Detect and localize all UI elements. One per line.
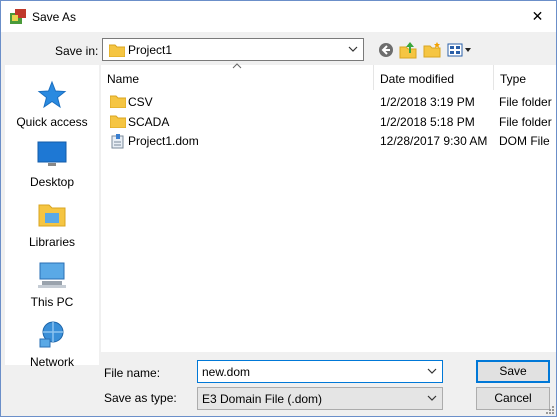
chevron-down-icon[interactable] [427, 367, 437, 375]
file-name: CSV [128, 95, 153, 109]
folder-icon [109, 44, 125, 57]
file-name-value: new.dom [202, 365, 251, 379]
place-label: Network [29, 355, 74, 369]
up-folder-button[interactable] [397, 39, 419, 61]
chevron-down-icon [427, 395, 437, 401]
title-bar: Save As ✕ [1, 1, 556, 32]
places-bar: Quick access Desktop Libraries This PC N… [5, 65, 99, 369]
file-name: Project1.dom [128, 134, 199, 148]
back-button[interactable] [375, 39, 397, 61]
new-folder-icon [423, 42, 441, 58]
view-menu-icon [447, 43, 471, 57]
file-type: File folder [499, 95, 552, 109]
window-title: Save As [32, 10, 77, 24]
save-as-type-label: Save as type: [104, 391, 177, 405]
file-name-label: File name: [104, 366, 161, 380]
place-quick-access[interactable]: Quick access [5, 79, 99, 137]
file-date: 1/2/2018 5:18 PM [380, 115, 475, 129]
column-header-name[interactable]: Name [101, 65, 374, 90]
view-menu-button[interactable] [446, 39, 474, 61]
close-icon: ✕ [531, 8, 544, 24]
new-folder-button[interactable] [421, 39, 443, 61]
file-date: 1/2/2018 3:19 PM [380, 95, 475, 109]
place-network[interactable]: Network [5, 319, 99, 377]
folder-icon [110, 115, 126, 128]
file-row-csv[interactable]: CSV 1/2/2018 3:19 PM File folder [101, 92, 556, 112]
column-header-date[interactable]: Date modified [374, 65, 494, 90]
folder-icon [110, 95, 126, 108]
place-label: Desktop [29, 175, 75, 189]
file-name: SCADA [128, 115, 170, 129]
file-type: DOM File [499, 134, 550, 148]
save-in-value: Project1 [128, 43, 173, 57]
file-list: Name Date modified Type CSV 1/2/2018 3:1… [101, 63, 556, 352]
back-icon [379, 43, 393, 57]
place-libraries[interactable]: Libraries [5, 199, 99, 257]
desktop-icon [37, 141, 67, 166]
cancel-button[interactable]: Cancel [476, 387, 550, 410]
app-icon [10, 9, 26, 24]
dom-file-icon [111, 134, 124, 149]
quick-access-star-icon [37, 80, 67, 109]
save-in-label: Save in: [55, 44, 99, 58]
place-label: Quick access [16, 115, 88, 129]
this-pc-icon [38, 262, 66, 288]
file-row-scada[interactable]: SCADA 1/2/2018 5:18 PM File folder [101, 112, 556, 132]
save-as-type-dropdown[interactable]: E3 Domain File (.dom) [197, 387, 443, 410]
resize-grip-icon[interactable] [545, 405, 555, 415]
chevron-down-icon [348, 46, 358, 52]
save-as-type-value: E3 Domain File (.dom) [202, 392, 323, 406]
libraries-icon [38, 204, 66, 227]
place-label: This PC [30, 295, 74, 309]
column-header-type[interactable]: Type [494, 65, 556, 90]
file-name-input[interactable]: new.dom [197, 360, 443, 383]
up-folder-icon [399, 42, 417, 59]
place-this-pc[interactable]: This PC [5, 259, 99, 317]
save-button[interactable]: Save [476, 360, 550, 383]
file-date: 12/28/2017 9:30 AM [380, 134, 488, 148]
place-label: Libraries [28, 235, 76, 249]
file-row-project1-dom[interactable]: Project1.dom 12/28/2017 9:30 AM DOM File [101, 131, 556, 151]
close-button[interactable]: ✕ [519, 1, 556, 32]
file-type: File folder [499, 115, 552, 129]
place-desktop[interactable]: Desktop [5, 139, 99, 197]
save-as-dialog: Save As ✕ Save in: Project1 Quick access… [0, 0, 557, 417]
network-icon [39, 321, 64, 348]
save-in-dropdown[interactable]: Project1 [102, 38, 364, 61]
